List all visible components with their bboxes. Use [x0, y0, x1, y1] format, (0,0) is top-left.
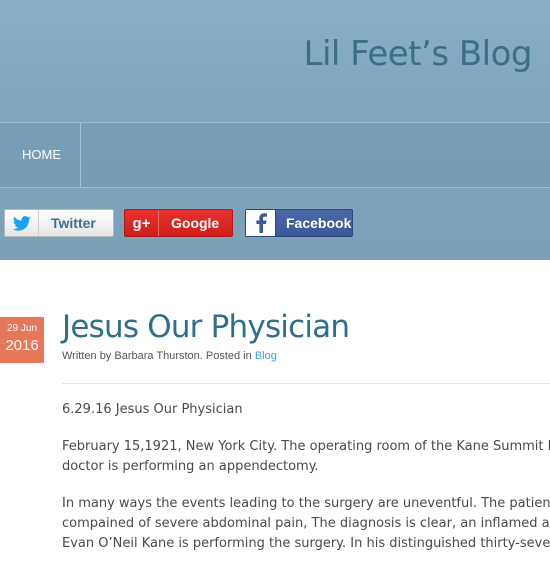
- paragraph: February 15,1921, New York City. The ope…: [62, 437, 550, 477]
- twitter-bird-icon: [5, 210, 39, 236]
- twitter-share-button[interactable]: Twitter: [4, 209, 114, 237]
- post-date-day: 29 Jun: [6, 323, 38, 334]
- post-date-badge: 29 Jun 2016: [0, 317, 44, 363]
- site-title[interactable]: Lil Feet’s Blog: [304, 34, 533, 74]
- google-plus-icon: g+: [125, 210, 159, 236]
- facebook-share-button[interactable]: Facebook: [245, 209, 353, 237]
- paragraph-line: doctor is performing an appendectomy.: [62, 459, 319, 474]
- google-label: Google: [171, 215, 220, 231]
- facebook-label: Facebook: [286, 215, 352, 231]
- paragraph-line: Evan O’Neil Kane is performing the surge…: [62, 536, 550, 551]
- google-share-button[interactable]: g+ Google: [124, 209, 233, 237]
- post-title[interactable]: Jesus Our Physician: [62, 309, 350, 345]
- category-link[interactable]: Blog: [255, 350, 277, 362]
- paragraph: In many ways the events leading to the s…: [62, 494, 550, 554]
- paragraph-line: compained of severe abdominal pain, The …: [62, 516, 550, 531]
- post-byline: Written by Barbara Thurston. Posted in B…: [62, 350, 277, 362]
- post-divider: [62, 383, 550, 384]
- byline-text: Written by Barbara Thurston. Posted in: [62, 350, 255, 362]
- paragraph-line: In many ways the events leading to the s…: [62, 496, 550, 511]
- post-content: 6.29.16 Jesus Our Physician February 15,…: [62, 400, 550, 571]
- twitter-label: Twitter: [51, 215, 96, 231]
- paragraph-line: 6.29.16 Jesus Our Physician: [62, 402, 243, 417]
- site-header: Lil Feet’s Blog HOME Twitter g+ Google F…: [0, 0, 550, 260]
- main-nav: HOME: [0, 122, 550, 188]
- post-date-year: 2016: [5, 337, 39, 354]
- paragraph: 6.29.16 Jesus Our Physician: [62, 400, 550, 420]
- paragraph-line: February 15,1921, New York City. The ope…: [62, 439, 550, 454]
- nav-item-home[interactable]: HOME: [0, 123, 81, 187]
- facebook-f-icon: [246, 210, 276, 236]
